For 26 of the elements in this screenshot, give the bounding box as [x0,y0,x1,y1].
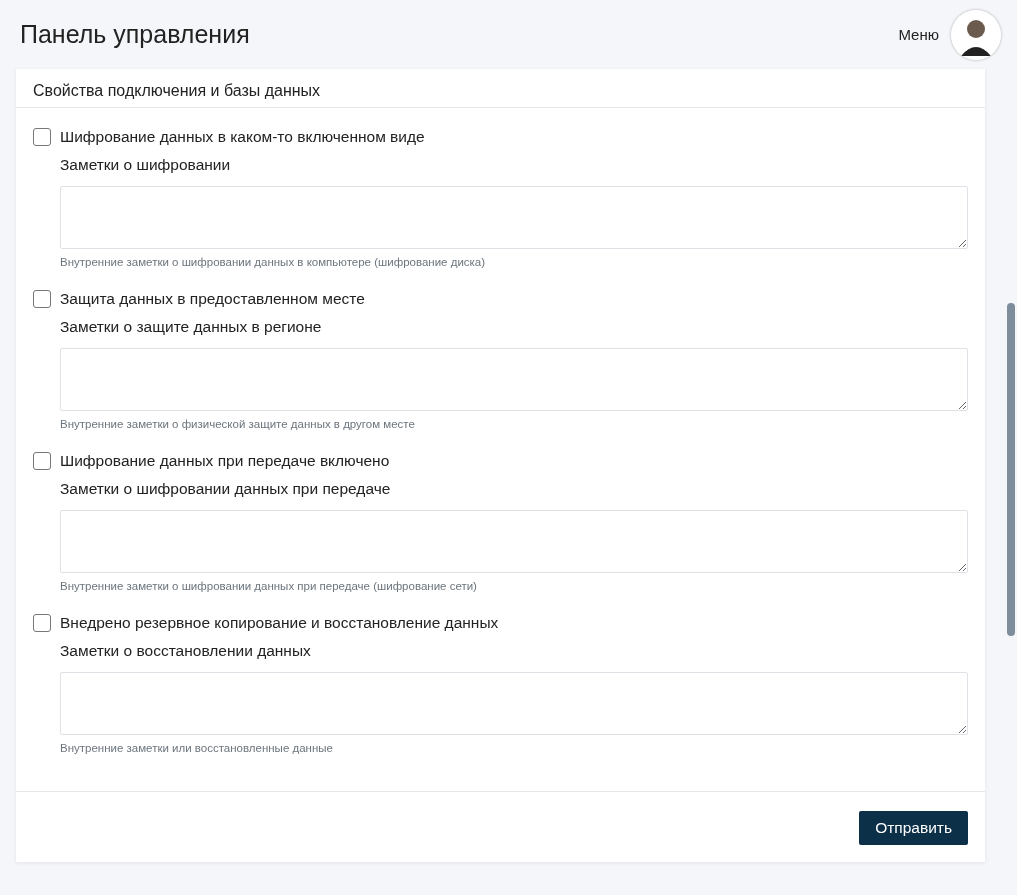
checkbox-label: Защита данных в предоставленном месте [60,290,365,308]
submit-button[interactable]: Отправить [859,811,968,845]
help-text: Внутренние заметки или восстановленные данные [60,742,334,754]
page-title: Панель управления [20,20,251,49]
checkbox[interactable] [33,290,51,308]
notes-field[interactable] [60,510,968,573]
checkbox[interactable] [33,452,51,470]
checkbox[interactable] [33,614,51,632]
help-text: Внутренние заметки о физической защите данных в другом месте [60,418,416,430]
notes-field[interactable] [60,672,968,735]
menu-link[interactable]: Меню [898,26,939,43]
checkbox[interactable] [33,128,51,146]
notes-field[interactable] [60,348,968,411]
scrollbar[interactable] [1007,303,1015,636]
card-title: Свойства подключения и базы данных [16,69,985,108]
field-label: Заметки о защите данных в регионе [60,318,323,336]
avatar-icon[interactable] [951,9,1001,60]
field-label: Заметки о шифровании данных при передаче [60,480,392,498]
notes-field[interactable] [60,186,968,249]
checkbox-label: Внедрено резервное копирование и восстановление данных [60,614,499,632]
help-text: Внутренние заметки о шифровании данных при передаче (шифрование сети) [60,580,478,592]
field-label: Заметки о шифровании [60,156,232,174]
help-text: Внутренние заметки о шифровании данных в компьютере (шифрование диска) [60,256,487,268]
checkbox-label: Шифрование данных в каком-то включенном виде [60,128,425,146]
checkbox-label: Шифрование данных при передаче включено [60,452,390,470]
field-label: Заметки о восстановлении данных [60,642,312,660]
